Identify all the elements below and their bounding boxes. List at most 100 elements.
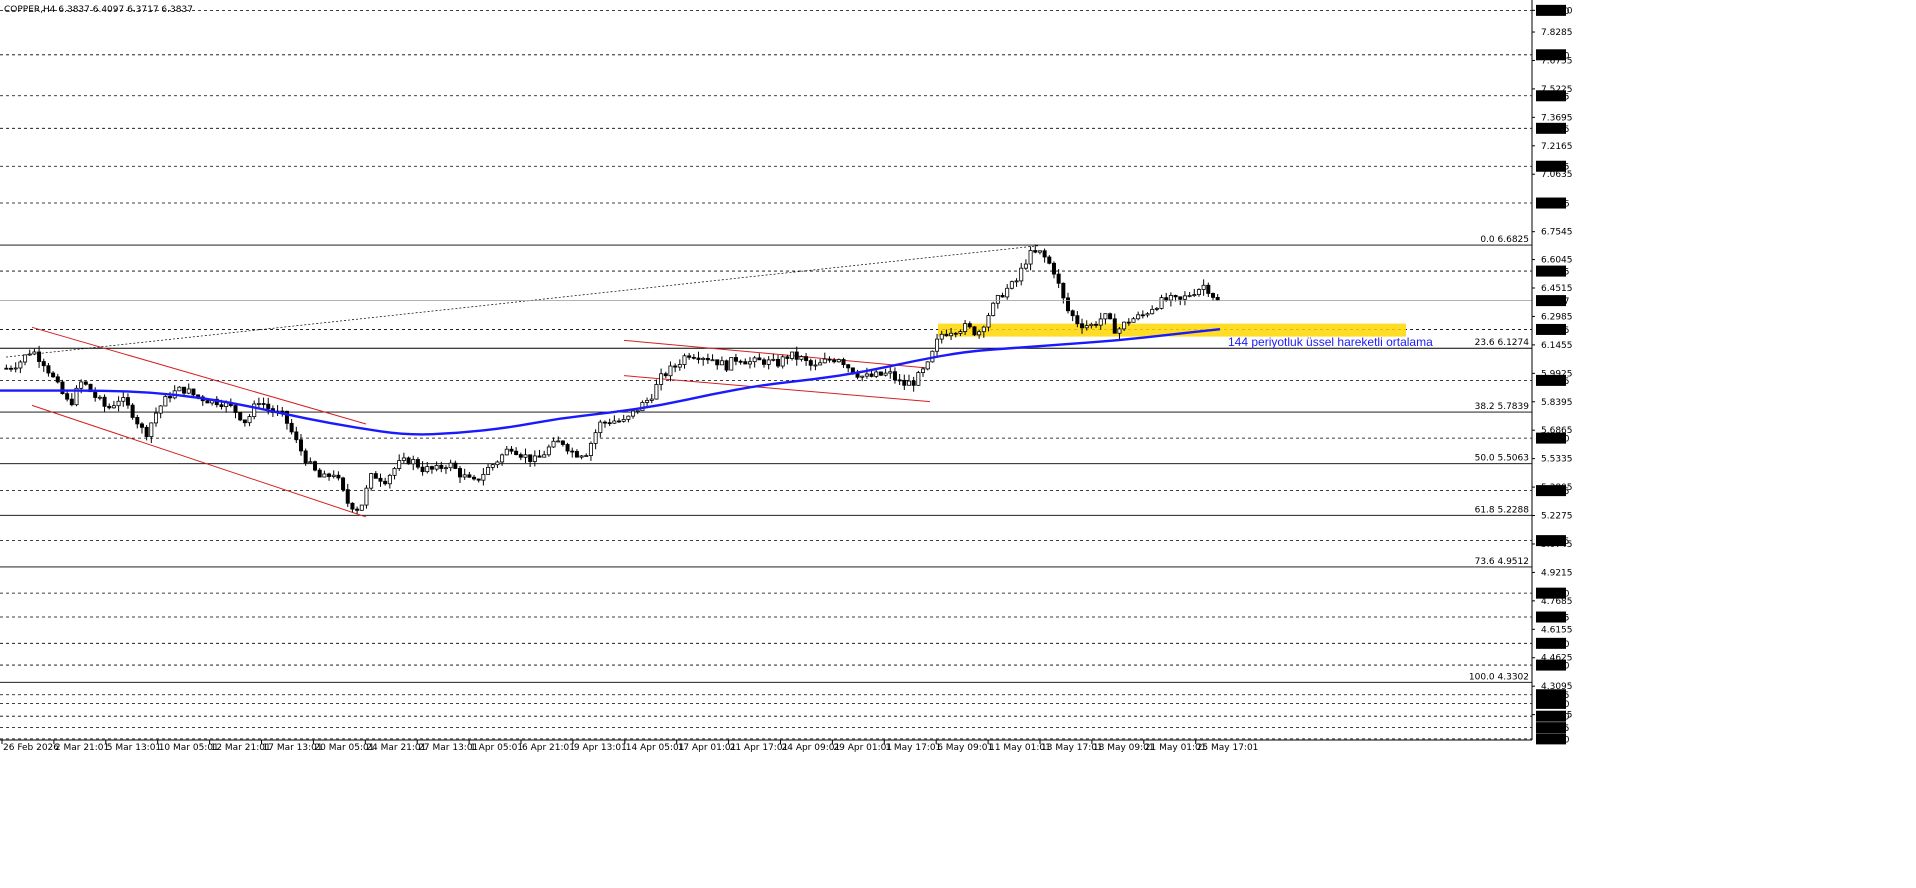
candle-body — [780, 356, 785, 367]
candle-body — [963, 323, 968, 332]
candle-body — [602, 421, 607, 424]
candle-body — [710, 359, 715, 362]
candle-body — [523, 454, 528, 458]
candle-body — [902, 379, 907, 386]
candle-body — [1196, 289, 1201, 296]
candle-body — [1014, 280, 1019, 283]
candle-body — [415, 459, 420, 468]
candle-body — [528, 454, 533, 462]
candle-body — [659, 373, 664, 385]
candle-body — [331, 474, 336, 477]
candle-body — [1042, 250, 1047, 258]
candle-body — [762, 359, 767, 365]
candle-body — [144, 426, 149, 438]
candle-body — [617, 420, 622, 423]
price-tick-label: 5.6865 — [1541, 426, 1573, 436]
candle-body — [242, 419, 247, 424]
candle-body — [588, 443, 593, 456]
candle-body — [1094, 323, 1099, 326]
price-tick-label: 7.6755 — [1541, 56, 1573, 66]
candle-body — [1033, 250, 1038, 253]
candle-body — [261, 403, 266, 405]
chart-canvas: 0.0 6.6825 23.6 6.1274 38.2 5.7839 50.0 5.5… — [0, 0, 1916, 888]
candle-body — [238, 412, 243, 421]
candle-body — [256, 403, 261, 405]
candle-body — [995, 295, 1000, 304]
candle-body — [1023, 263, 1028, 269]
time-tick-label: 26 Feb 2026 — [3, 743, 59, 753]
level-label: 6.2285 — [1538, 326, 1570, 336]
price-tick-label: 4.6155 — [1541, 625, 1573, 635]
candle-body — [958, 331, 963, 334]
candle-body — [1201, 284, 1206, 290]
candle-body — [168, 396, 173, 399]
candle-body — [205, 400, 210, 404]
candle-body — [429, 466, 434, 470]
candle-body — [1080, 323, 1085, 329]
candle-body — [607, 422, 612, 425]
level-label: 4.0865 — [1538, 724, 1570, 734]
candle-body — [794, 351, 799, 360]
candle-body — [631, 410, 636, 417]
candle-body — [182, 386, 187, 394]
candle-body — [860, 375, 865, 378]
price-tick-label: 7.5225 — [1541, 85, 1573, 95]
candle-body — [598, 421, 603, 434]
candle-body — [719, 360, 724, 366]
candle-body — [1028, 250, 1033, 265]
fib-label: 100.0 4.3302 — [1469, 672, 1529, 682]
candle-body — [420, 466, 425, 473]
price-tick-label: 7.9450 — [1541, 6, 1573, 16]
candle-body — [9, 367, 14, 370]
level-label: 4.5400 — [1538, 640, 1570, 650]
price-tick-label: 6.7545 — [1541, 228, 1573, 238]
price-tick-label: 6.6045 — [1541, 256, 1573, 266]
candle-body — [1084, 325, 1089, 329]
price-tick-label: 7.2165 — [1541, 142, 1573, 152]
candle-body — [83, 381, 88, 385]
candle-body — [532, 455, 537, 462]
candle-body — [621, 418, 626, 422]
candle-body — [60, 381, 65, 395]
fib-label: 50.0 5.5063 — [1475, 454, 1529, 464]
candle-body — [252, 403, 257, 417]
time-tick-label: 29 Apr 01:01 — [833, 743, 892, 753]
candle-body — [935, 338, 940, 352]
candle-body — [486, 467, 491, 475]
candle-body — [883, 372, 888, 376]
candle-body — [69, 398, 74, 406]
candle-body — [392, 468, 397, 476]
candle-body — [495, 461, 500, 466]
candle-body — [336, 474, 341, 479]
candle-body — [135, 417, 140, 425]
time-tick-label: 24 Apr 09:01 — [782, 743, 841, 753]
candle-body — [1215, 297, 1220, 301]
candle-body — [79, 381, 84, 389]
candle-body — [836, 359, 841, 363]
candle-body — [766, 359, 771, 365]
candle-body — [111, 405, 116, 409]
candle-body — [504, 448, 509, 456]
candle-body — [584, 455, 589, 457]
candle-body — [1098, 318, 1103, 326]
price-tick-label: 7.8285 — [1541, 28, 1573, 38]
candle-body — [953, 332, 958, 335]
candle-body — [663, 373, 668, 377]
candle-body — [1150, 308, 1155, 315]
candle-body — [1140, 314, 1145, 317]
candle-body — [448, 462, 453, 469]
candle-body — [481, 473, 486, 481]
candle-body — [457, 468, 462, 478]
candle-body — [560, 440, 565, 445]
candle-body — [383, 480, 388, 485]
candle-body — [369, 473, 374, 489]
candle-body — [565, 444, 570, 452]
candle-body — [677, 364, 682, 368]
price-tick-label: 7.0635 — [1541, 170, 1573, 180]
candle-body — [1131, 318, 1136, 323]
candle-body — [41, 361, 46, 367]
candle-body — [574, 451, 579, 458]
candle-body — [556, 440, 561, 443]
candle-body — [1009, 281, 1014, 289]
candle-body — [818, 362, 823, 366]
